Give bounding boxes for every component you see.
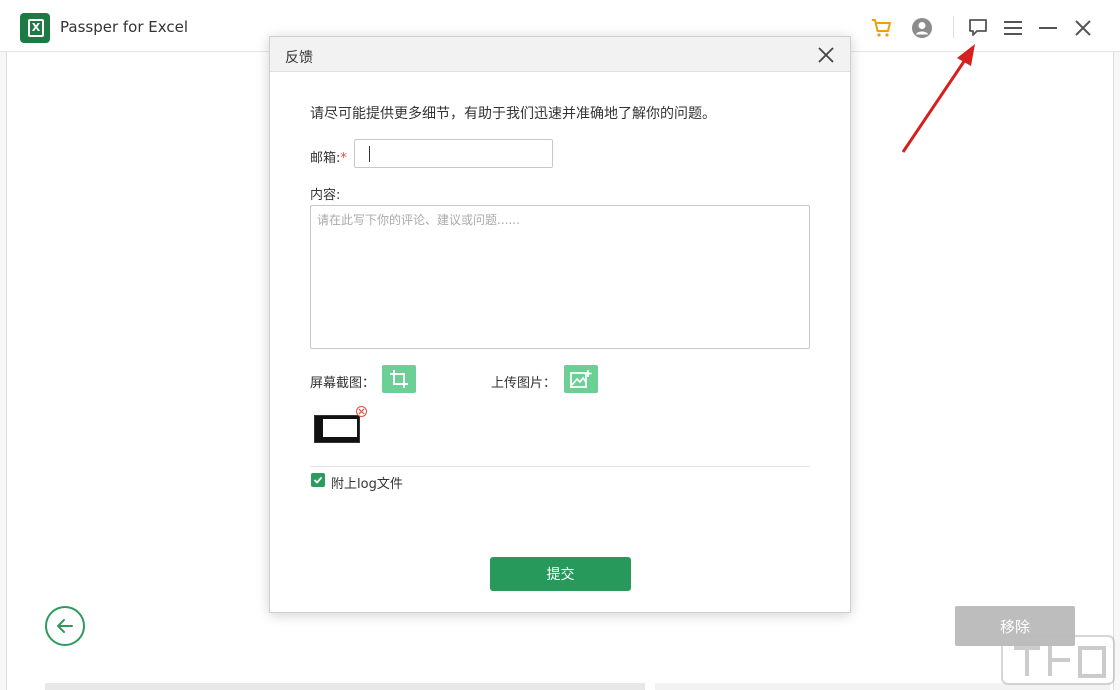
titlebar-divider xyxy=(953,16,954,38)
account-icon[interactable] xyxy=(910,16,934,40)
back-button[interactable] xyxy=(45,606,85,646)
background-page-left-edge xyxy=(0,52,7,690)
dialog-divider xyxy=(310,466,810,467)
email-label-text: 邮箱: xyxy=(310,151,341,166)
screenshot-thumbnail[interactable] xyxy=(314,415,360,443)
dialog-title: 反馈 xyxy=(285,50,313,66)
email-field[interactable] xyxy=(354,139,553,168)
text-caret xyxy=(369,146,370,162)
excel-icon: X xyxy=(28,19,44,37)
upload-image-button[interactable] xyxy=(564,365,598,393)
background-scrollbar xyxy=(45,683,645,690)
screenshot-label: 屏幕截图： xyxy=(310,376,376,391)
content-label: 内容: xyxy=(310,188,341,203)
thumbnail-preview xyxy=(323,419,357,437)
app-logo: X xyxy=(20,13,50,43)
crop-icon xyxy=(390,370,408,388)
upload-label: 上传图片： xyxy=(491,376,557,391)
feedback-icon[interactable] xyxy=(966,16,990,40)
remove-thumbnail-icon[interactable] xyxy=(356,406,367,417)
arrow-left-icon xyxy=(57,619,73,633)
minimize-icon[interactable] xyxy=(1036,16,1060,40)
annotation-arrow xyxy=(901,44,975,153)
required-mark: * xyxy=(340,151,347,166)
cart-icon[interactable] xyxy=(870,16,894,40)
email-label: 邮箱:* xyxy=(310,147,347,166)
dialog-close-icon[interactable] xyxy=(816,45,836,65)
checkmark-icon xyxy=(313,476,323,484)
app-title: Passper for Excel xyxy=(60,18,189,36)
add-image-icon xyxy=(570,370,592,388)
screenshot-button[interactable] xyxy=(382,365,416,393)
attach-log-label: 附上log文件 xyxy=(331,477,403,492)
content-textarea[interactable] xyxy=(310,205,810,349)
dialog-intro-text: 请尽可能提供更多细节，有助于我们迅速并准确地了解你的问题。 xyxy=(310,106,716,122)
feedback-dialog: 反馈 请尽可能提供更多细节，有助于我们迅速并准确地了解你的问题。 邮箱:* 内容… xyxy=(269,36,851,613)
background-page-right-edge xyxy=(1113,52,1120,690)
close-icon[interactable] xyxy=(1071,16,1095,40)
menu-icon[interactable] xyxy=(1001,16,1025,40)
site-watermark-logo xyxy=(1001,635,1115,685)
dialog-header: 反馈 xyxy=(270,37,850,72)
attach-log-checkbox[interactable] xyxy=(311,473,325,487)
submit-button[interactable]: 提交 xyxy=(490,557,631,591)
